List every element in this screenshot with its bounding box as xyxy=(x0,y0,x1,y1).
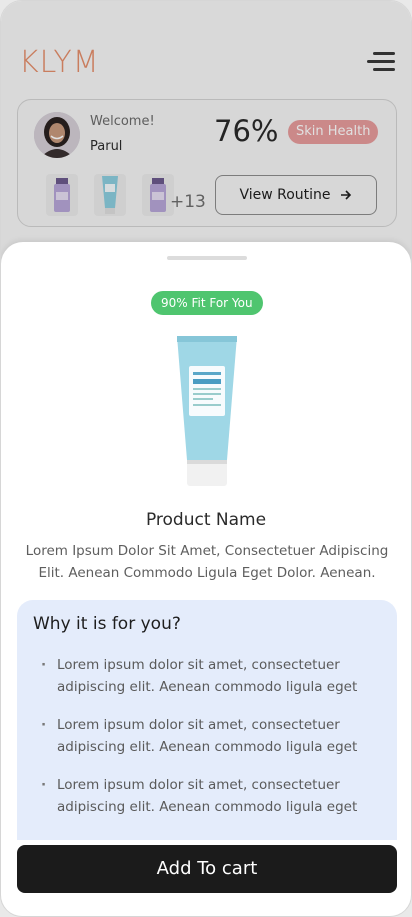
product-image xyxy=(171,332,243,492)
product-name: Product Name xyxy=(145,510,267,530)
reason-item: Lorem ipsum dolor sit amet, consectetuer… xyxy=(41,654,391,698)
reasons-list: Lorem ipsum dolor sit amet, consectetuer… xyxy=(41,654,391,834)
phone-frame: KLYM Welcome! Parul 76% Skin Health +13 … xyxy=(0,0,412,917)
sheet-drag-handle[interactable] xyxy=(167,256,247,260)
why-title: Why it is for you? xyxy=(33,614,181,634)
why-for-you-panel: Why it is for you? Lorem ipsum dolor sit… xyxy=(17,600,397,840)
reason-item: Lorem ipsum dolor sit amet, consectetuer… xyxy=(41,774,391,818)
product-description: Lorem Ipsum Dolor Sit Amet, Consectetuer… xyxy=(25,543,389,581)
add-to-cart-button[interactable]: Add To cart xyxy=(17,845,397,893)
reason-item: Lorem ipsum dolor sit amet, consectetuer… xyxy=(41,714,391,758)
fit-badge: 90% Fit For You xyxy=(151,291,263,315)
product-bottom-sheet: 90% Fit For You Product Name Lorem Ipsum… xyxy=(1,242,411,916)
